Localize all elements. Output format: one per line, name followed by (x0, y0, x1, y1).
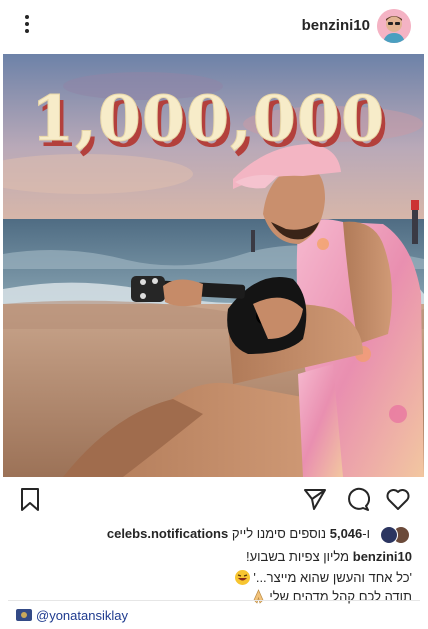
photo-credit-handle[interactable]: @yonatansiklay (36, 608, 128, 623)
praying-hands-emoji (251, 589, 266, 604)
caption-line-3: תודה לכם קהל מדהים שלי (14, 589, 412, 604)
post-photo[interactable]: 1,000,000 1,000,000 (3, 54, 424, 477)
likes-text: נוספים סימנו לייק (231, 526, 327, 541)
caption-line-1: benzini10 מליון צפיות בשבוע! (14, 549, 412, 564)
post-overlay-text-front: 1,000,000 (31, 82, 385, 155)
action-bar (0, 477, 428, 521)
post-username[interactable]: benzini10 (302, 17, 370, 34)
post-header: benzini10 (0, 0, 428, 54)
heart-icon[interactable] (385, 486, 411, 512)
caption-username[interactable]: benzini10 (353, 549, 412, 564)
caption-text-2: 'כל אחד והעשן שהוא מייצר...' (253, 570, 412, 585)
paper-plane-icon[interactable] (302, 486, 328, 512)
laughing-emoji (234, 570, 250, 585)
profile-avatar[interactable] (377, 9, 411, 43)
photo-credit[interactable]: @yonatansiklay (16, 608, 128, 623)
caption-text-1: מליון צפיות בשבוע! (245, 549, 350, 564)
caption-text-3: תודה לכם קהל מדהים שלי (269, 589, 412, 604)
caption-line-2: 'כל אחד והעשן שהוא מייצר...' (14, 570, 412, 585)
divider (8, 600, 420, 601)
likes-prefix: ו- (362, 526, 370, 541)
liker-avatars[interactable] (374, 526, 410, 546)
kebab-menu-icon[interactable] (18, 13, 36, 39)
liker-username[interactable]: celebs.notifications (107, 526, 228, 541)
camera-emoji (16, 609, 32, 621)
bookmark-icon[interactable] (17, 486, 43, 512)
comment-icon[interactable] (344, 486, 371, 512)
likes-summary[interactable]: ו-5,046 נוספים סימנו לייק celebs.notific… (14, 526, 370, 546)
likes-count: 5,046 (329, 526, 363, 541)
